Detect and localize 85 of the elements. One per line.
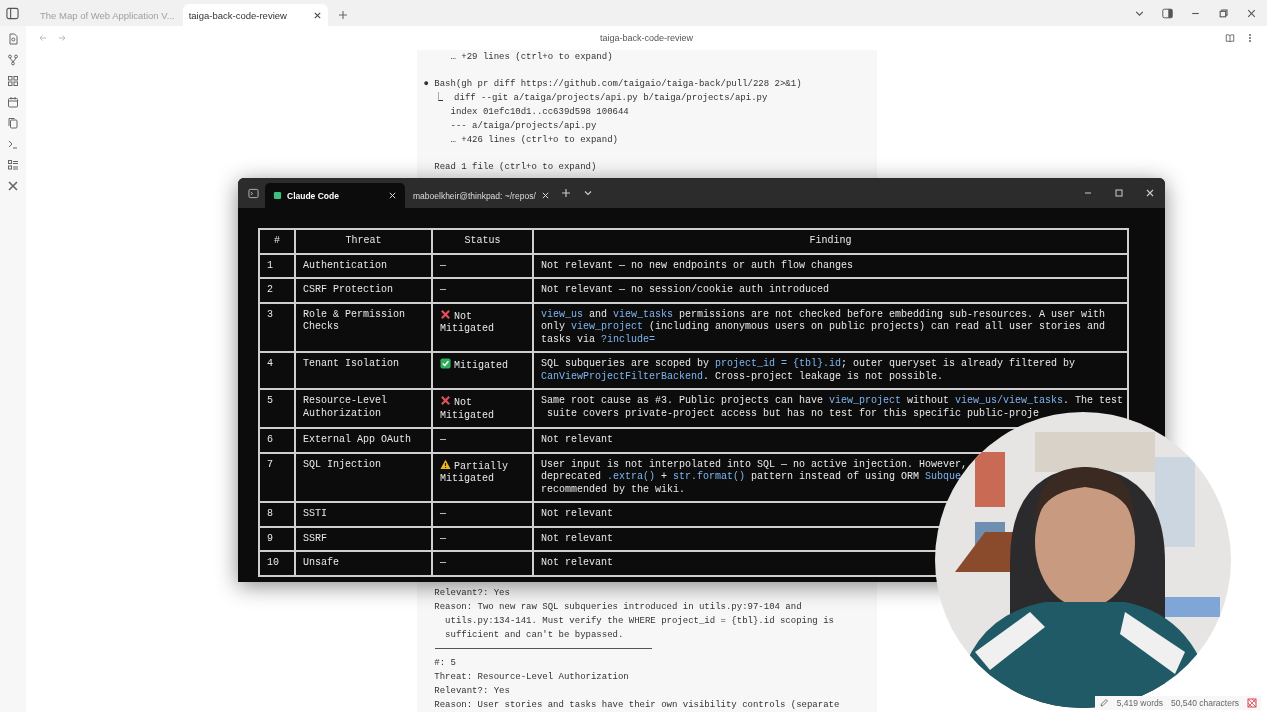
- check-icon: [440, 358, 451, 369]
- file-search-icon[interactable]: [7, 33, 19, 45]
- terminal-icon[interactable]: [7, 138, 19, 150]
- document-line: … +29 lines (ctrl+o to expand): [449, 51, 614, 64]
- document-line: utils.py:134-141. Must verify the WHERE project_id = {tbl}.id scoping is: [444, 615, 835, 628]
- table-cell: Authentication: [295, 253, 432, 278]
- document-line: Reason: Two new raw SQL subqueries introduced in utils.py:97-104 and: [433, 601, 803, 614]
- finding-cell: Not relevant — no session/cookie auth introduced: [533, 278, 1128, 303]
- copy-icon[interactable]: [7, 117, 19, 129]
- warning-icon: [440, 458, 451, 470]
- document-line: Reason: User stories and tasks have their own visibility controls (separate: [433, 699, 841, 712]
- crossed-square-icon[interactable]: [1247, 698, 1257, 708]
- table-cell: Role & Permission Checks: [295, 302, 432, 352]
- column-header: Threat: [295, 229, 432, 254]
- document-line: #: 5: [433, 657, 457, 670]
- table-cell: 3: [259, 302, 295, 352]
- close-icon[interactable]: [388, 191, 397, 200]
- document-line: Read 1 file (ctrl+o to expand): [433, 161, 598, 174]
- table-cell: SSRF: [295, 526, 432, 551]
- close-icon[interactable]: [312, 10, 322, 20]
- status-cell: —: [432, 502, 533, 527]
- status-cell: —: [432, 278, 533, 303]
- restore-icon[interactable]: [1218, 7, 1229, 19]
- table-cell: SQL Injection: [295, 452, 432, 502]
- document-line: index 01efc10d1..cc639d598 100644: [449, 106, 630, 119]
- status-cell: —: [432, 526, 533, 551]
- document-line: Relevant?: Yes: [433, 587, 511, 600]
- status-cell: —: [432, 428, 533, 453]
- table-cell: External App OAuth: [295, 428, 432, 453]
- table-cell: Tenant Isolation: [295, 352, 432, 389]
- table-cell: 10: [259, 551, 295, 576]
- table-cell: 9: [259, 526, 295, 551]
- table-cell: 1: [259, 253, 295, 278]
- document-line: sufficient and can't be bypassed.: [444, 629, 625, 642]
- branch-icon[interactable]: [7, 54, 19, 66]
- calendar-icon[interactable]: [7, 96, 19, 108]
- book-icon[interactable]: [1225, 33, 1235, 43]
- table-cell: 6: [259, 428, 295, 453]
- document-line: ⎿ diff --git a/taiga/projects/api.py b/taiga/projects/api.py: [433, 91, 769, 105]
- cross-icon: [440, 395, 451, 406]
- document-line: ● Bash(gh pr diff https://github.com/taigaio/taiga-back/pull/228 2>&1): [423, 78, 803, 91]
- document-line: Relevant?: Yes: [433, 685, 511, 698]
- terminal-tab[interactable]: maboelkheir@thinkpad: ~/repos/: [405, 183, 545, 208]
- app-tab[interactable]: taiga-back-code-review: [182, 4, 328, 26]
- note-title: taiga-back-code-review: [599, 33, 693, 43]
- table-cell: 7: [259, 452, 295, 502]
- terminal-tab[interactable]: Claude Code: [265, 183, 405, 208]
- table-cell: Unsafe: [295, 551, 432, 576]
- character-count: 50,540 characters: [1170, 698, 1239, 708]
- status-cell: Not Mitigated: [432, 302, 533, 352]
- maximize-icon[interactable]: [1114, 188, 1124, 198]
- table-cell: SSTI: [295, 502, 432, 527]
- close-icon[interactable]: [540, 191, 550, 200]
- document-line: … +426 lines (ctrl+o to expand): [449, 134, 619, 147]
- finding-cell: view_us and view_tasks permissions are not checked before embedding sub-resources. A user with only view_project (including anonymous users on public projects) can read all user stories and tasks via ?include=: [533, 302, 1128, 352]
- status-cell: —: [432, 253, 533, 278]
- sidebar-toggle-icon[interactable]: [1162, 7, 1173, 19]
- sidebar-toggle-icon[interactable]: [6, 6, 19, 20]
- table-cell: 2: [259, 278, 295, 303]
- document-line: --- a/taiga/projects/api.py: [449, 120, 598, 133]
- table-cell: 4: [259, 352, 295, 389]
- cross-icon: [440, 308, 451, 320]
- status-cell: Partially Mitigated: [432, 452, 533, 502]
- status-cell: Mitigated: [432, 352, 533, 389]
- pencil-icon[interactable]: [1098, 698, 1109, 708]
- terminal-icon[interactable]: [248, 187, 259, 199]
- finding-cell: Not relevant — no new endpoints or auth flow changes: [533, 253, 1128, 278]
- word-count: 5,419 words: [1116, 698, 1163, 708]
- close-icon[interactable]: [1145, 188, 1155, 198]
- chevron-down-icon[interactable]: [583, 188, 593, 198]
- plus-icon[interactable]: [337, 10, 348, 20]
- column-header: #: [259, 229, 295, 254]
- column-header: Status: [432, 229, 533, 254]
- grid-icon[interactable]: [7, 75, 19, 87]
- app-icon: [273, 191, 282, 200]
- table-cell: CSRF Protection: [295, 278, 432, 303]
- finding-cell: SQL subqueries are scoped by project_id = {tbl}.id; outer queryset is already filtered by CanViewProjectFilterBackend. Cross-project leakage is not possible.: [533, 352, 1128, 389]
- status-cell: Not Mitigated: [432, 389, 533, 428]
- table-cell: Resource-Level Authorization: [295, 389, 432, 428]
- table-cell: 8: [259, 502, 295, 527]
- status-cell: —: [432, 551, 533, 576]
- column-header: Finding: [533, 229, 1128, 254]
- table-cell: 5: [259, 389, 295, 428]
- document-line: Threat: Resource-Level Authorization: [433, 671, 630, 684]
- checklist-icon[interactable]: [7, 159, 19, 171]
